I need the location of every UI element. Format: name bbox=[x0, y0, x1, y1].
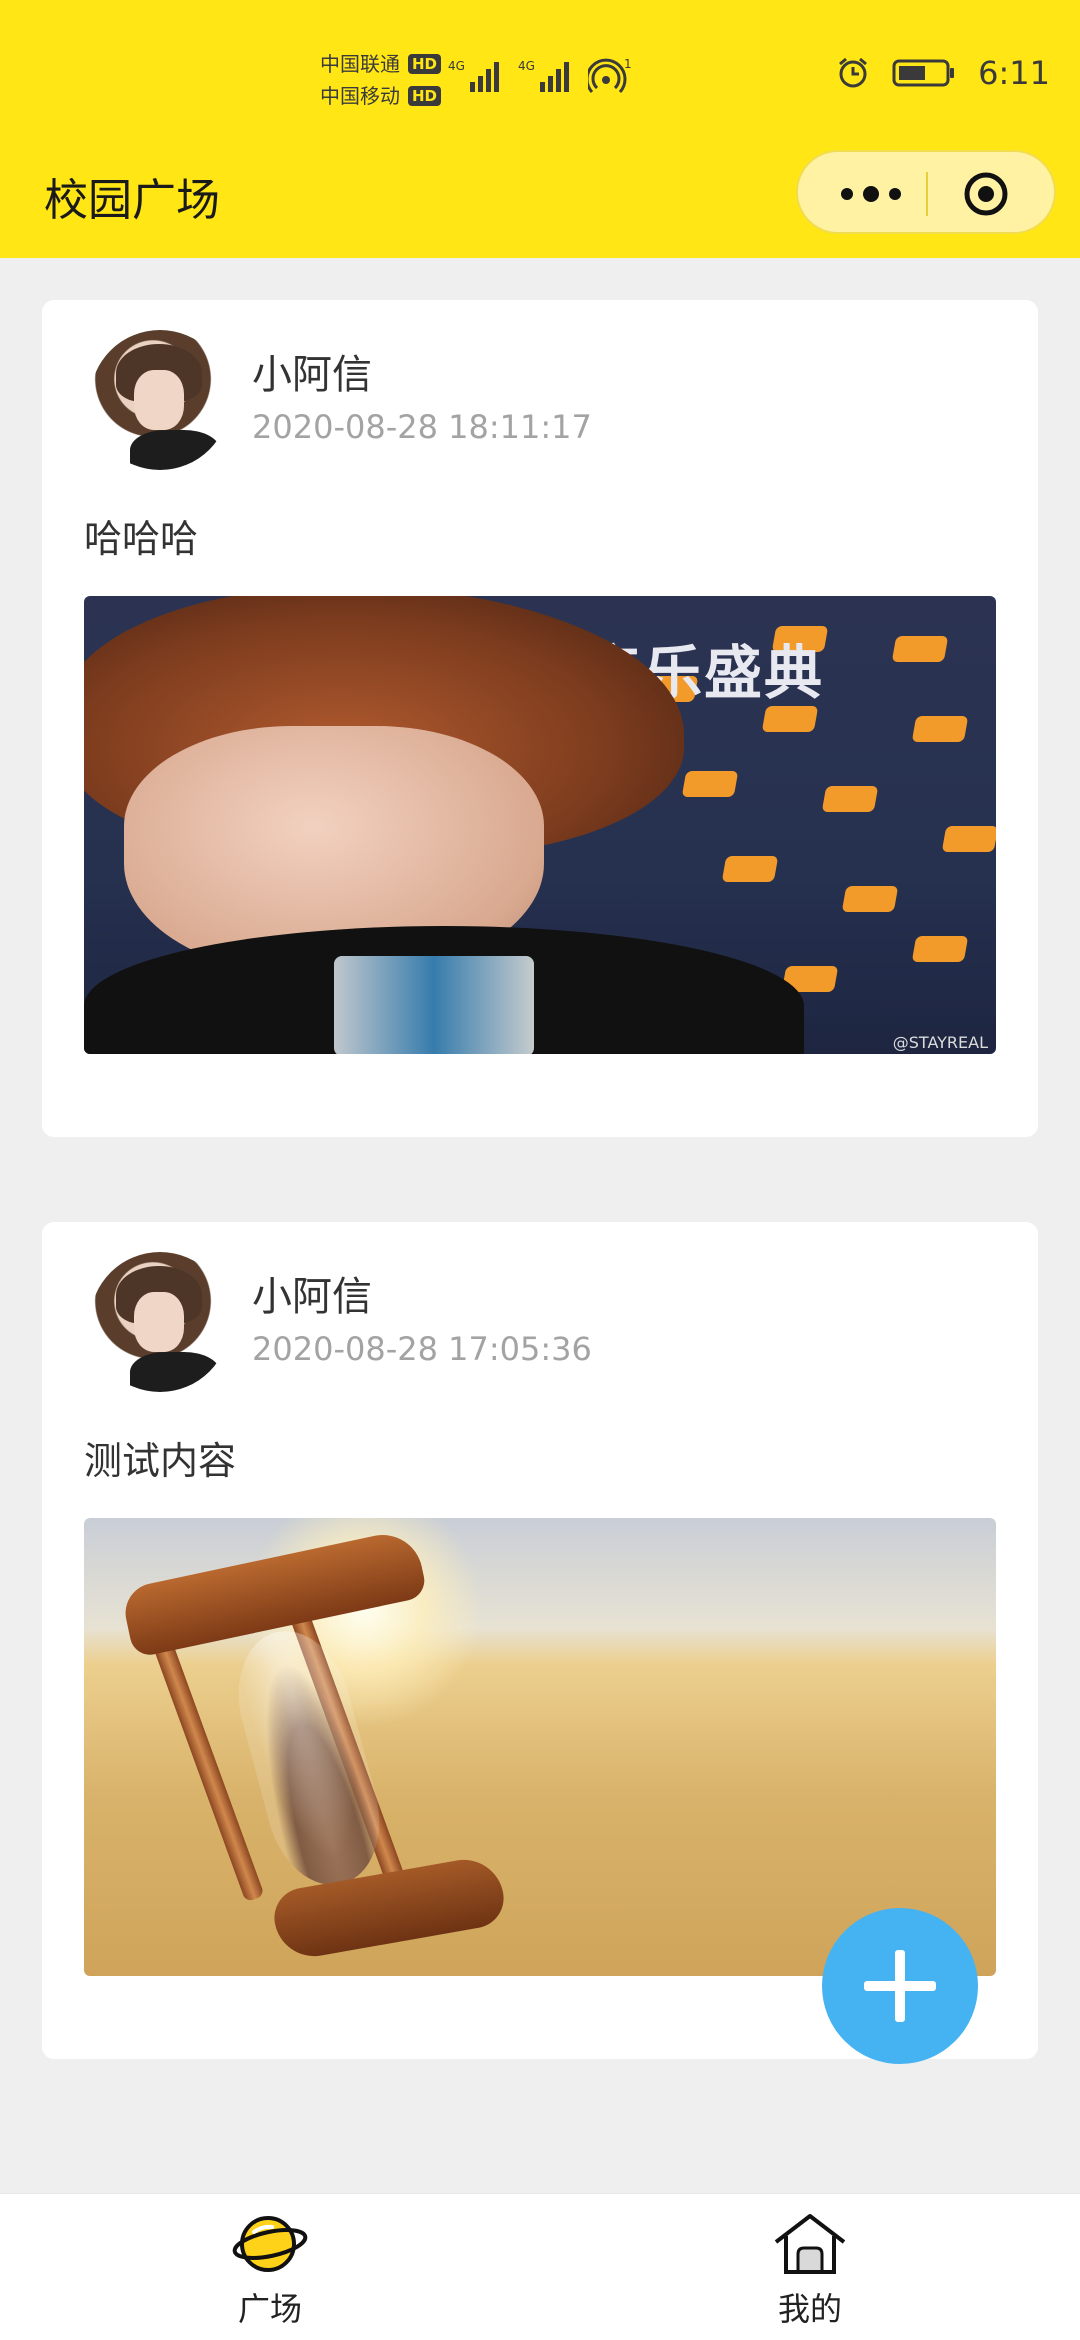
post-content: 哈哈哈 bbox=[84, 517, 199, 561]
alarm-icon bbox=[839, 57, 868, 88]
signal-indicators: 4G 4G 1 bbox=[448, 58, 634, 94]
carrier-2-label: 中国移动 bbox=[320, 84, 400, 108]
post-timestamp: 2020-08-28 17:05:36 bbox=[252, 1330, 592, 1368]
hd-badge: HD bbox=[408, 54, 442, 74]
tab-mine[interactable]: 我的 bbox=[730, 2210, 890, 2336]
post-card[interactable]: 小阿信 2020-08-28 18:11:17 哈哈哈 音乐盛典 @STAYRE… bbox=[42, 300, 1038, 1137]
capsule-divider bbox=[926, 172, 928, 216]
ellipsis-icon[interactable] bbox=[836, 180, 906, 208]
signal-4g-icon: 4G bbox=[448, 59, 499, 92]
hotspot-count: 1 bbox=[624, 58, 632, 71]
post-image[interactable]: 音乐盛典 @STAYREAL bbox=[84, 596, 996, 1054]
screen: 中国联通 HD 中国移动 HD 4G 4G 1 6:11 校园广场 小阿信 20… bbox=[0, 0, 1080, 2340]
carrier-info: 中国联通 HD 中国移动 HD bbox=[320, 48, 442, 112]
tab-square-label: 广场 bbox=[237, 2290, 302, 2328]
add-post-button[interactable] bbox=[822, 1908, 978, 2064]
carrier-1-label: 中国联通 bbox=[320, 52, 400, 76]
tab-square[interactable]: 广场 bbox=[190, 2210, 350, 2336]
home-icon bbox=[774, 2214, 846, 2274]
post-username: 小阿信 bbox=[252, 1274, 372, 1320]
post-image[interactable] bbox=[84, 1518, 996, 1976]
battery-icon bbox=[892, 59, 955, 87]
post-timestamp: 2020-08-28 18:11:17 bbox=[252, 408, 592, 446]
mini-program-capsule bbox=[796, 150, 1056, 234]
svg-text:4G: 4G bbox=[448, 59, 465, 73]
plus-icon bbox=[864, 1950, 936, 2022]
avatar[interactable] bbox=[90, 1252, 230, 1392]
tab-mine-label: 我的 bbox=[777, 2290, 842, 2328]
signal-4g-icon: 4G bbox=[518, 59, 569, 92]
status-time: 6:11 bbox=[978, 54, 1050, 92]
target-close-icon[interactable] bbox=[964, 172, 1008, 216]
image-watermark: @STAYREAL bbox=[892, 1033, 988, 1052]
hotspot-icon: 1 bbox=[588, 58, 632, 94]
page-title: 校园广场 bbox=[44, 175, 220, 226]
bottom-tab-bar: 广场 我的 bbox=[0, 2193, 1080, 2340]
hd-badge: HD bbox=[408, 86, 442, 106]
status-right: 6:11 bbox=[836, 54, 1050, 92]
top-bar: 中国联通 HD 中国移动 HD 4G 4G 1 6:11 校园广场 bbox=[0, 0, 1080, 258]
avatar[interactable] bbox=[90, 330, 230, 470]
svg-text:4G: 4G bbox=[518, 59, 535, 73]
status-bar: 中国联通 HD 中国移动 HD 4G 4G 1 6:11 bbox=[0, 0, 1080, 150]
planet-icon bbox=[232, 2216, 308, 2272]
post-content: 测试内容 bbox=[84, 1439, 237, 1483]
post-username: 小阿信 bbox=[252, 352, 372, 398]
